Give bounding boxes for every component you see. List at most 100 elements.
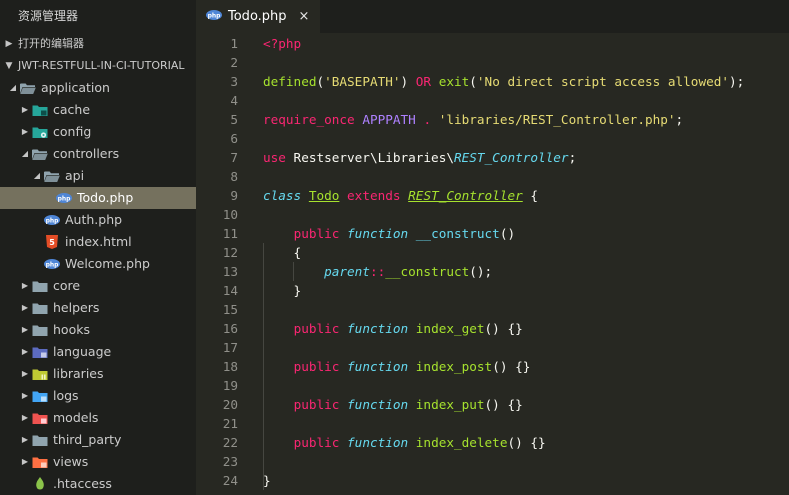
open-editors-section[interactable]: ▶ 打开的编辑器: [0, 33, 196, 55]
tab-bar: php Todo.php ×: [196, 0, 789, 33]
close-icon[interactable]: ×: [299, 9, 310, 24]
line-number: 6: [230, 131, 238, 146]
folder-models-icon: [32, 410, 48, 426]
line-number: 13: [222, 264, 238, 279]
chevron-right-icon: ▶: [21, 281, 29, 290]
open-editors-label: 打开的编辑器: [18, 37, 84, 50]
code-line: 17: [196, 338, 789, 357]
tree-item-third-party[interactable]: ▶ third_party: [0, 429, 196, 451]
tree-item-config[interactable]: ▶ config: [0, 121, 196, 143]
chevron-down-icon: ◢: [21, 149, 29, 158]
code-line: 21: [196, 414, 789, 433]
code-token: parent: [324, 264, 370, 279]
line-number: 9: [230, 188, 238, 203]
svg-text:php: php: [46, 261, 60, 268]
line-number: 12: [222, 245, 238, 260]
tree-item-label: third_party: [53, 432, 122, 447]
line-number: 5: [230, 112, 238, 127]
code-token: public: [293, 321, 340, 336]
tree-item-hooks[interactable]: ▶ hooks: [0, 319, 196, 341]
code-token: use: [263, 150, 286, 165]
vscode-window: 资源管理器 ▶ 打开的编辑器 ▼ JWT-RESTFULL-IN-CI-TUTO…: [0, 0, 789, 495]
folder-icon: [32, 432, 48, 448]
code-token: REST_Controller: [453, 150, 569, 165]
code-line: 19: [196, 376, 789, 395]
folder-config-icon: [32, 124, 48, 140]
code-token: function: [347, 321, 409, 336]
code-token: __construct: [385, 264, 470, 279]
tree-item-index-html[interactable]: 5 index.html: [0, 231, 196, 253]
code-token: {: [263, 245, 302, 260]
code-token: function: [347, 435, 409, 450]
line-number: 8: [230, 169, 238, 184]
code-line: 16 public function index_get() {}: [196, 319, 789, 338]
folder-open-icon: [44, 168, 60, 184]
code-text: public function index_get() {}: [263, 319, 523, 338]
code-token: () {}: [484, 397, 523, 412]
tree-item-models[interactable]: ▶ models: [0, 407, 196, 429]
tree-item-language[interactable]: ▶ language: [0, 341, 196, 363]
tree-item-controllers[interactable]: ◢ controllers: [0, 143, 196, 165]
code-text: <?php: [263, 34, 301, 53]
code-token: APPPATH: [362, 112, 416, 127]
code-line: 10: [196, 205, 789, 224]
code-token: ;: [675, 112, 684, 127]
code-token: 'BASEPATH': [324, 74, 401, 89]
tree-item-libraries[interactable]: ▶ libraries: [0, 363, 196, 385]
tree-item-todo-php[interactable]: php Todo.php: [0, 187, 196, 209]
code-text: use Restserver\Libraries\REST_Controller…: [263, 148, 576, 167]
code-line: 11 public function __construct(): [196, 224, 789, 243]
tree-item-label: views: [53, 454, 89, 469]
svg-text:php: php: [46, 217, 60, 224]
code-line: 7 use Restserver\Libraries\REST_Controlle…: [196, 148, 789, 167]
code-token: () {}: [484, 321, 523, 336]
tree-item-logs[interactable]: ▶ logs: [0, 385, 196, 407]
tree-item-htaccess[interactable]: .htaccess: [0, 473, 196, 495]
tree-item-label: core: [53, 278, 81, 293]
tree-item-cache[interactable]: ▶ cache: [0, 99, 196, 121]
chevron-right-icon: ▶: [21, 457, 29, 466]
code-token: () {}: [507, 435, 546, 450]
code-line: 2: [196, 53, 789, 72]
project-section[interactable]: ▼ JWT-RESTFULL-IN-CI-TUTORIAL: [0, 55, 196, 77]
code-editor[interactable]: 1 <?php 2 3 defined('BASEPATH') OR exit('No …: [196, 33, 789, 495]
code-token: (): [499, 226, 516, 241]
code-token: REST_Controller: [408, 188, 523, 203]
tree-item-core[interactable]: ▶ core: [0, 275, 196, 297]
line-number: 1: [230, 36, 238, 51]
code-token: index_put: [415, 397, 485, 412]
tab-todo-php[interactable]: php Todo.php ×: [196, 0, 320, 33]
chevron-right-icon: ▶: [21, 105, 29, 114]
folder-language-icon: [32, 344, 48, 360]
tree-item-views[interactable]: ▶ views: [0, 451, 196, 473]
code-token: exit: [438, 74, 470, 89]
tree-item-application[interactable]: ◢ application: [0, 77, 196, 99]
code-line: 12 {: [196, 243, 789, 262]
tree-item-api[interactable]: ◢ api: [0, 165, 196, 187]
line-number: 3: [230, 74, 238, 89]
code-token: function: [347, 226, 409, 241]
explorer-header: 资源管理器: [18, 9, 79, 23]
tree-item-helpers[interactable]: ▶ helpers: [0, 297, 196, 319]
code-line: 3 defined('BASEPATH') OR exit('No direct …: [196, 72, 789, 91]
code-token: public: [293, 435, 340, 450]
code-text: defined('BASEPATH') OR exit('No direct s…: [263, 72, 744, 91]
code-text: }: [263, 281, 302, 300]
code-line: 6: [196, 129, 789, 148]
tree-item-welcome-php[interactable]: php Welcome.php: [0, 253, 196, 275]
folder-libraries-icon: [32, 366, 48, 382]
code-token: {: [522, 188, 539, 203]
chevron-down-icon: ◢: [33, 171, 41, 180]
code-line: 1 <?php: [196, 34, 789, 53]
tree-item-label: index.html: [65, 234, 132, 249]
folder-icon: [32, 300, 48, 316]
tree-item-auth-php[interactable]: php Auth.php: [0, 209, 196, 231]
